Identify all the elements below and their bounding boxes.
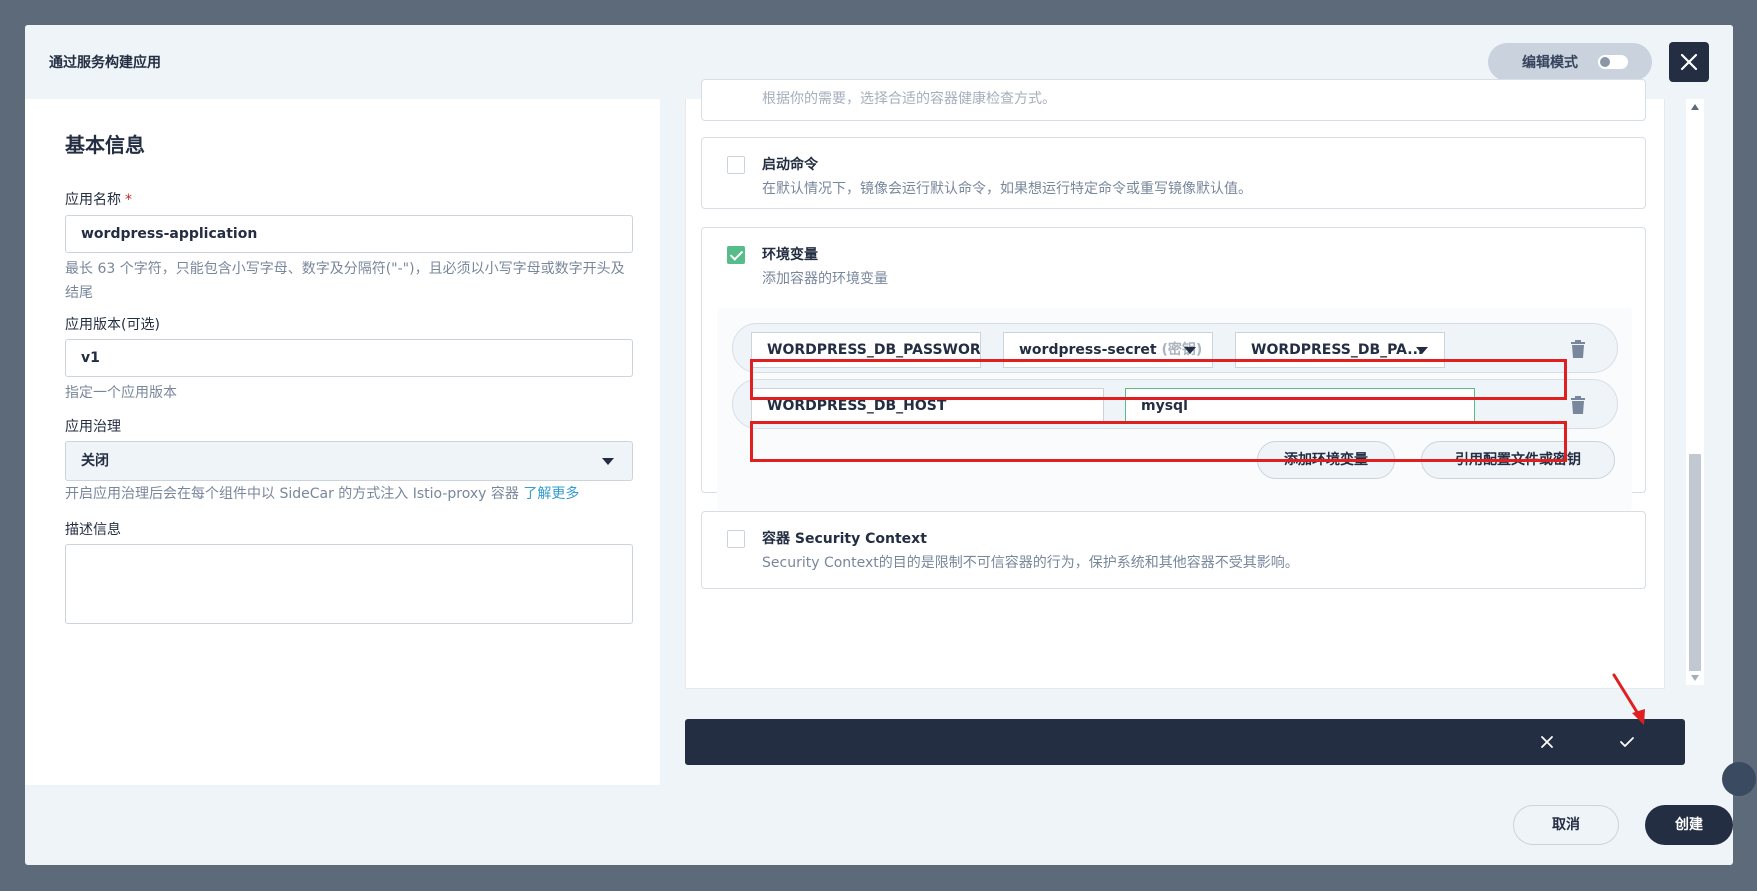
chevron-down-icon	[1416, 347, 1428, 354]
learn-more-link[interactable]: 了解更多	[523, 486, 579, 502]
edit-mode-toggle[interactable]: 编辑模式	[1488, 43, 1652, 81]
governance-hint-text: 开启应用治理后会在每个组件中以 SideCar 的方式注入 Istio-prox…	[65, 486, 519, 502]
toggle-switch-icon[interactable]	[1598, 55, 1628, 69]
create-button[interactable]: 创建	[1645, 805, 1733, 845]
secret-key: WORDPRESS_DB_PA...	[1251, 342, 1424, 358]
edit-mode-label: 编辑模式	[1522, 55, 1578, 71]
chevron-down-icon	[602, 458, 614, 465]
start-command-card: 启动命令 在默认情况下，镜像会运行默认命令，如果想运行特定命令或重写镜像默认值。	[701, 137, 1646, 209]
version-input[interactable]: v1	[65, 339, 633, 377]
security-context-checkbox[interactable]	[727, 530, 745, 548]
app-name-label-text: 应用名称	[65, 192, 121, 208]
cancel-x-icon[interactable]	[1538, 733, 1556, 751]
governance-select[interactable]: 关闭	[65, 441, 633, 481]
description-label: 描述信息	[65, 522, 121, 538]
env-vars-title: 环境变量	[762, 247, 818, 263]
start-command-checkbox[interactable]	[727, 156, 745, 174]
governance-value: 关闭	[81, 453, 109, 469]
close-icon	[1680, 53, 1698, 71]
description-textarea[interactable]	[65, 544, 633, 624]
secret-name: wordpress-secret	[1019, 342, 1157, 358]
app-name-label: 应用名称 *	[65, 189, 132, 209]
scroll-down-arrow-icon[interactable]	[1691, 675, 1699, 681]
cancel-button[interactable]: 取消	[1513, 805, 1619, 845]
governance-hint: 开启应用治理后会在每个组件中以 SideCar 的方式注入 Istio-prox…	[65, 482, 633, 506]
security-context-title: 容器 Security Context	[762, 531, 927, 547]
app-name-input[interactable]: wordpress-application	[65, 215, 633, 253]
modal-title: 通过服务构建应用	[49, 55, 161, 71]
scroll-up-arrow-icon[interactable]	[1691, 104, 1699, 110]
governance-label: 应用治理	[65, 419, 121, 435]
start-command-desc: 在默认情况下，镜像会运行默认命令，如果想运行特定命令或重写镜像默认值。	[762, 181, 1252, 197]
version-label: 应用版本(可选)	[65, 317, 160, 333]
red-arrow-icon	[1612, 673, 1645, 725]
basic-info-panel: 基本信息 应用名称 * wordpress-application 最长 63 个…	[25, 99, 660, 785]
required-mark: *	[125, 192, 132, 208]
env-vars-checkbox[interactable]	[727, 246, 745, 264]
scroll-thumb[interactable]	[1689, 454, 1701, 671]
env-vars-desc: 添加容器的环境变量	[762, 271, 888, 287]
scrollbar[interactable]	[1686, 99, 1704, 685]
trash-icon[interactable]	[1567, 338, 1589, 360]
security-context-card: 容器 Security Context Security Context的目的是…	[701, 511, 1646, 589]
secret-tag: (密钥)	[1161, 342, 1203, 358]
chevron-down-icon	[1184, 347, 1196, 354]
start-command-title: 启动命令	[762, 157, 818, 173]
confirm-check-icon[interactable]	[1618, 733, 1636, 751]
security-context-desc: Security Context的目的是限制不可信容器的行为，保护系统和其他容器…	[762, 555, 1299, 571]
env-vars-list: WORDPRESS_DB_PASSWORD wordpress-secret (…	[717, 308, 1632, 511]
version-hint: 指定一个应用版本	[65, 385, 177, 401]
app-name-hint: 最长 63 个字符，只能包含小写字母、数字及分隔符("-")，且必须以小写字母或…	[65, 261, 625, 301]
highlight-box	[750, 421, 1567, 462]
health-check-card-partial: 根据你的需要，选择合适的容器健康检查方式。	[701, 79, 1646, 121]
container-action-bar	[685, 719, 1685, 765]
close-button[interactable]	[1669, 42, 1709, 82]
health-check-desc: 根据你的需要，选择合适的容器健康检查方式。	[762, 91, 1056, 107]
highlight-box	[750, 359, 1567, 400]
help-bubble-icon[interactable]	[1722, 762, 1756, 796]
trash-icon[interactable]	[1567, 394, 1589, 416]
section-title: 基本信息	[65, 133, 145, 157]
